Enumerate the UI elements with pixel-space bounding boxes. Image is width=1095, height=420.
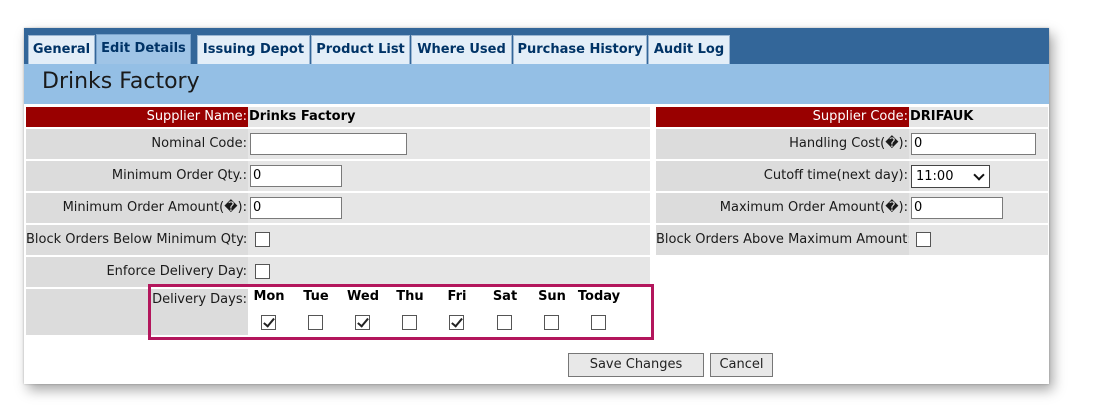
enforce-delivery-day-cell [248, 257, 650, 287]
tab-purchase-history[interactable]: Purchase History [513, 35, 647, 64]
cutoff-time-value: 11:00 [916, 169, 954, 184]
tab-edit-details[interactable]: Edit Details [96, 34, 191, 65]
block-below-min-cell [248, 225, 650, 255]
enforce-delivery-day-label: Enforce Delivery Day: [26, 257, 248, 287]
save-changes-button[interactable]: Save Changes [568, 353, 704, 377]
enforce-delivery-day-checkbox[interactable] [255, 264, 270, 279]
tab-general[interactable]: General [28, 35, 95, 64]
chevron-down-icon [973, 169, 985, 181]
cutoff-time-select[interactable]: 11:00 [911, 165, 990, 188]
max-order-amount-cell: 0 [909, 193, 1048, 223]
min-order-amount-label: Minimum Order Amount(�): [26, 193, 248, 223]
tab-bar: General Edit Details Issuing Depot Produ… [24, 28, 1049, 65]
title-bar: Drinks Factory [24, 64, 1049, 104]
max-order-amount-input[interactable]: 0 [911, 197, 1003, 219]
tab-issuing-depot[interactable]: Issuing Depot [197, 35, 310, 64]
supplier-code-value: DRIFAUK [909, 107, 1048, 127]
block-above-max-checkbox[interactable] [916, 232, 931, 247]
handling-cost-input[interactable]: 0 [911, 133, 1036, 155]
min-order-amount-input[interactable]: 0 [250, 197, 342, 219]
block-above-max-label: Block Orders Above Maximum Amount: [656, 225, 912, 255]
supplier-name-label: Supplier Name: [26, 107, 248, 127]
cutoff-time-cell: 11:00 [909, 161, 1048, 191]
nominal-code-cell [248, 129, 650, 159]
supplier-name-value: Drinks Factory [248, 107, 650, 127]
max-order-amount-label: Maximum Order Amount(�): [656, 193, 909, 223]
handling-cost-label: Handling Cost(�): [656, 129, 909, 159]
min-order-amount-cell: 0 [248, 193, 650, 223]
tab-audit-log[interactable]: Audit Log [648, 35, 730, 64]
cancel-button[interactable]: Cancel [710, 353, 773, 377]
block-above-max-cell [909, 225, 1048, 255]
page-title: Drinks Factory [42, 69, 200, 94]
tab-product-list[interactable]: Product List [311, 35, 410, 64]
nominal-code-input[interactable] [250, 133, 407, 155]
cutoff-time-label: Cutoff time(next day): [656, 161, 909, 191]
min-order-qty-cell: 0 [248, 161, 650, 191]
block-below-min-checkbox[interactable] [255, 232, 270, 247]
block-below-min-label: Block Orders Below Minimum Qty: [26, 225, 248, 255]
tab-where-used[interactable]: Where Used [411, 35, 512, 64]
supplier-code-label: Supplier Code: [656, 107, 909, 127]
nominal-code-label: Nominal Code: [26, 129, 248, 159]
handling-cost-cell: 0 [909, 129, 1048, 159]
min-order-qty-input[interactable]: 0 [250, 165, 342, 187]
min-order-qty-label: Minimum Order Qty.: [26, 161, 248, 191]
delivery-days-highlight [148, 284, 654, 340]
supplier-edit-window: General Edit Details Issuing Depot Produ… [24, 28, 1049, 384]
